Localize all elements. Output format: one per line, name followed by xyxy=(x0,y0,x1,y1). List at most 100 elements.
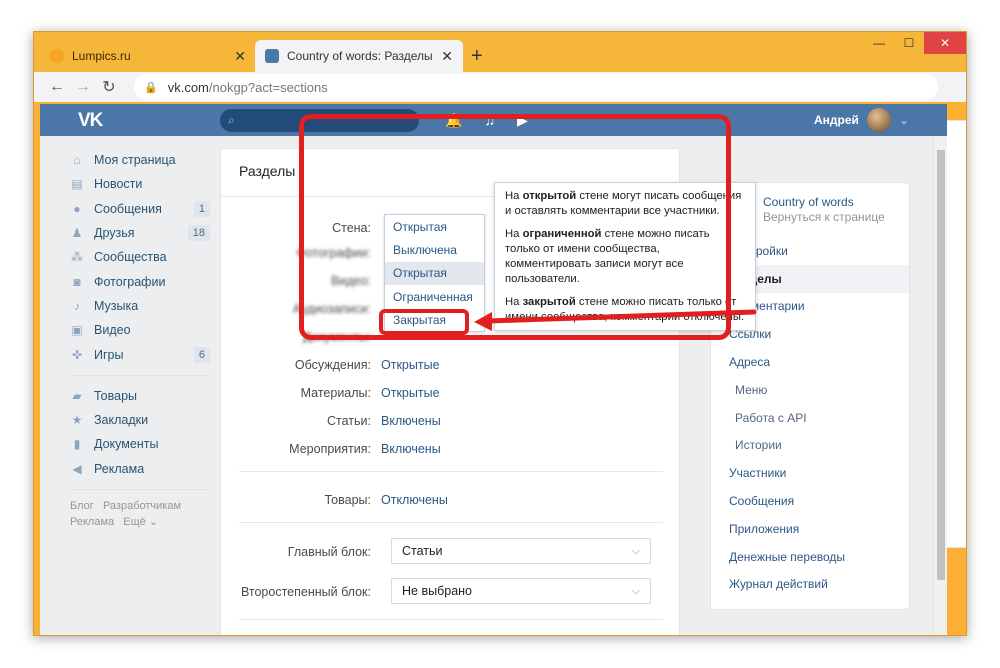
divider xyxy=(239,471,663,472)
right-menu-item[interactable]: Приложения xyxy=(711,515,909,543)
sidebar-item-label: Реклама xyxy=(94,461,145,476)
scrollbar-thumb[interactable] xyxy=(937,150,945,580)
row-label: Главный блок: xyxy=(287,545,371,559)
row-label: Товары: xyxy=(324,493,371,507)
highlight-closed-option xyxy=(379,309,469,335)
right-menu-item[interactable]: Истории xyxy=(711,432,909,460)
sidebar-item-label: Видео xyxy=(94,323,131,338)
sidebar-item-label: Игры xyxy=(94,347,124,362)
right-menu-item[interactable]: Меню xyxy=(711,376,909,404)
sidebar-item-docs[interactable]: ▮ Документы xyxy=(70,432,210,456)
footer-link-blog[interactable]: Блог xyxy=(70,500,94,512)
footer-link-dev[interactable]: Разработчикам xyxy=(103,500,181,512)
right-menu-item[interactable]: Сообщения xyxy=(711,487,909,515)
back-icon[interactable]: ← xyxy=(44,74,70,100)
right-menu-item[interactable]: Адреса xyxy=(711,348,909,376)
row-value-link[interactable]: Отключены xyxy=(381,493,448,507)
bookmarks-icon: ★ xyxy=(71,413,83,428)
chevron-down-icon: ⌵ xyxy=(631,584,640,597)
sidebar-item-label: Сообщества xyxy=(94,250,167,265)
groups-icon: ⁂ xyxy=(71,250,83,265)
url-host: vk.com xyxy=(167,79,209,95)
right-menu-item[interactable]: Денежные переводы xyxy=(711,543,909,571)
second-block-select[interactable]: Не выбрано ⌵ xyxy=(391,578,651,604)
photos-icon: ◙ xyxy=(73,274,81,289)
minimize-icon[interactable]: — xyxy=(864,32,894,54)
sidebar-item-photos[interactable]: ◙ Фотографии xyxy=(70,269,210,293)
sidebar-item-ads[interactable]: ◀ Реклама xyxy=(70,457,210,481)
sidebar-item-groups[interactable]: ⁂ Сообщества xyxy=(70,245,210,269)
sidebar-item-messages[interactable]: ● Сообщения 1 xyxy=(70,197,210,221)
sidebar-item-label: Друзья xyxy=(94,226,135,241)
row-value-link[interactable]: Открытые xyxy=(381,358,440,372)
sidebar-item-video[interactable]: ▣ Видео xyxy=(70,318,210,342)
goods-row: Товары: Отключены xyxy=(221,493,681,507)
row-label: Мероприятия: xyxy=(289,442,371,456)
sidebar-item-friends[interactable]: ♟ Друзья 18 xyxy=(70,221,210,245)
forward-icon[interactable]: → xyxy=(70,74,96,100)
select-value: Статьи xyxy=(402,544,443,558)
scrollbar[interactable] xyxy=(933,136,947,635)
maximize-icon[interactable]: ☐ xyxy=(894,32,924,54)
address-bar[interactable]: 🔒 vk.com/nokgp?act=sections ⚿ ☆ ⋮ xyxy=(134,74,966,548)
tab-lumpics[interactable]: Lumpics.ru ✕ xyxy=(40,40,256,72)
divider xyxy=(239,619,663,620)
tab-country-of-words[interactable]: Country of words: Разделы ✕ xyxy=(255,40,463,72)
new-tab-icon[interactable]: + xyxy=(471,45,483,68)
articles-row: Статьи: Включены xyxy=(221,414,681,428)
window-controls: — ☐ ✕ xyxy=(864,32,966,54)
close-tab-icon[interactable]: ✕ xyxy=(441,48,453,65)
sidebar-item-label: Моя страница xyxy=(94,153,176,168)
row-label: Второстепенный блок: xyxy=(240,585,371,599)
video-icon: ▣ xyxy=(71,323,83,338)
user-avatar xyxy=(866,108,891,132)
sidebar-item-games[interactable]: ✜ Игры 6 xyxy=(70,342,210,366)
sidebar-item-music[interactable]: ♪ Музыка xyxy=(70,294,210,318)
discussions-row: Обсуждения: Открытые xyxy=(221,358,681,372)
right-menu-item[interactable]: Участники xyxy=(711,459,909,487)
chevron-down-icon: ⌵ xyxy=(631,544,640,557)
footer-link-more[interactable]: Ещё ⌄ xyxy=(123,516,158,528)
vk-logo[interactable]: VK xyxy=(78,110,103,132)
sidebar-item-label: Товары xyxy=(94,388,137,403)
red-arrow-icon xyxy=(474,309,757,331)
row-value-link[interactable]: Включены xyxy=(381,442,441,456)
user-name: Андрей xyxy=(814,113,859,127)
row-value-link[interactable]: Открытые xyxy=(381,386,440,400)
close-tab-icon[interactable]: ✕ xyxy=(234,48,246,65)
main-block-select[interactable]: Статьи ⌵ xyxy=(391,538,651,564)
sidebar-item-my-page[interactable]: ⌂ Моя страница xyxy=(70,148,210,172)
tab-label: Lumpics.ru xyxy=(72,49,131,63)
group-name-link[interactable]: Country of words xyxy=(763,195,909,210)
row-value-link[interactable]: Включены xyxy=(381,414,441,428)
sidebar-item-bookmarks[interactable]: ★ Закладки xyxy=(70,408,210,432)
url-path: /nokgp?act=sections xyxy=(208,79,328,95)
sidebar-item-label: Сообщения xyxy=(94,201,162,216)
news-icon: ▤ xyxy=(71,177,83,192)
ads-icon: ◀ xyxy=(72,461,82,476)
vk-user-menu[interactable]: Андрей ⌄ xyxy=(814,108,909,132)
sidebar-item-label: Музыка xyxy=(94,298,139,313)
back-to-page-link[interactable]: Вернуться к странице xyxy=(763,210,909,225)
goods-icon: ▰ xyxy=(72,388,82,403)
chevron-down-icon: ⌄ xyxy=(898,113,909,127)
row-label: Статьи: xyxy=(327,414,371,428)
left-sidebar: ⌂ Моя страница ▤ Новости ● Сообщения 1 ♟ Друз… xyxy=(70,148,210,530)
lumpics-favicon-icon xyxy=(50,49,64,63)
sidebar-item-news[interactable]: ▤ Новости xyxy=(70,172,210,196)
music-icon: ♪ xyxy=(74,298,80,313)
tab-label: Country of words: Разделы xyxy=(287,49,433,63)
reload-icon[interactable]: ↻ xyxy=(96,74,122,100)
footer-link-ads[interactable]: Реклама xyxy=(70,516,114,528)
sidebar-item-goods[interactable]: ▰ Товары xyxy=(70,384,210,408)
count-badge: 18 xyxy=(187,225,210,242)
row-label: Обсуждения: xyxy=(294,358,371,372)
right-menu-item[interactable]: Работа с API xyxy=(711,404,909,432)
vk-favicon-icon xyxy=(265,49,279,63)
close-window-icon[interactable]: ✕ xyxy=(924,32,966,54)
sidebar-item-label: Новости xyxy=(94,177,143,192)
right-menu-item[interactable]: Журнал действий xyxy=(711,571,909,599)
messages-icon: ● xyxy=(73,201,81,216)
count-badge: 6 xyxy=(193,346,210,363)
sidebar-item-label: Документы xyxy=(94,437,159,452)
